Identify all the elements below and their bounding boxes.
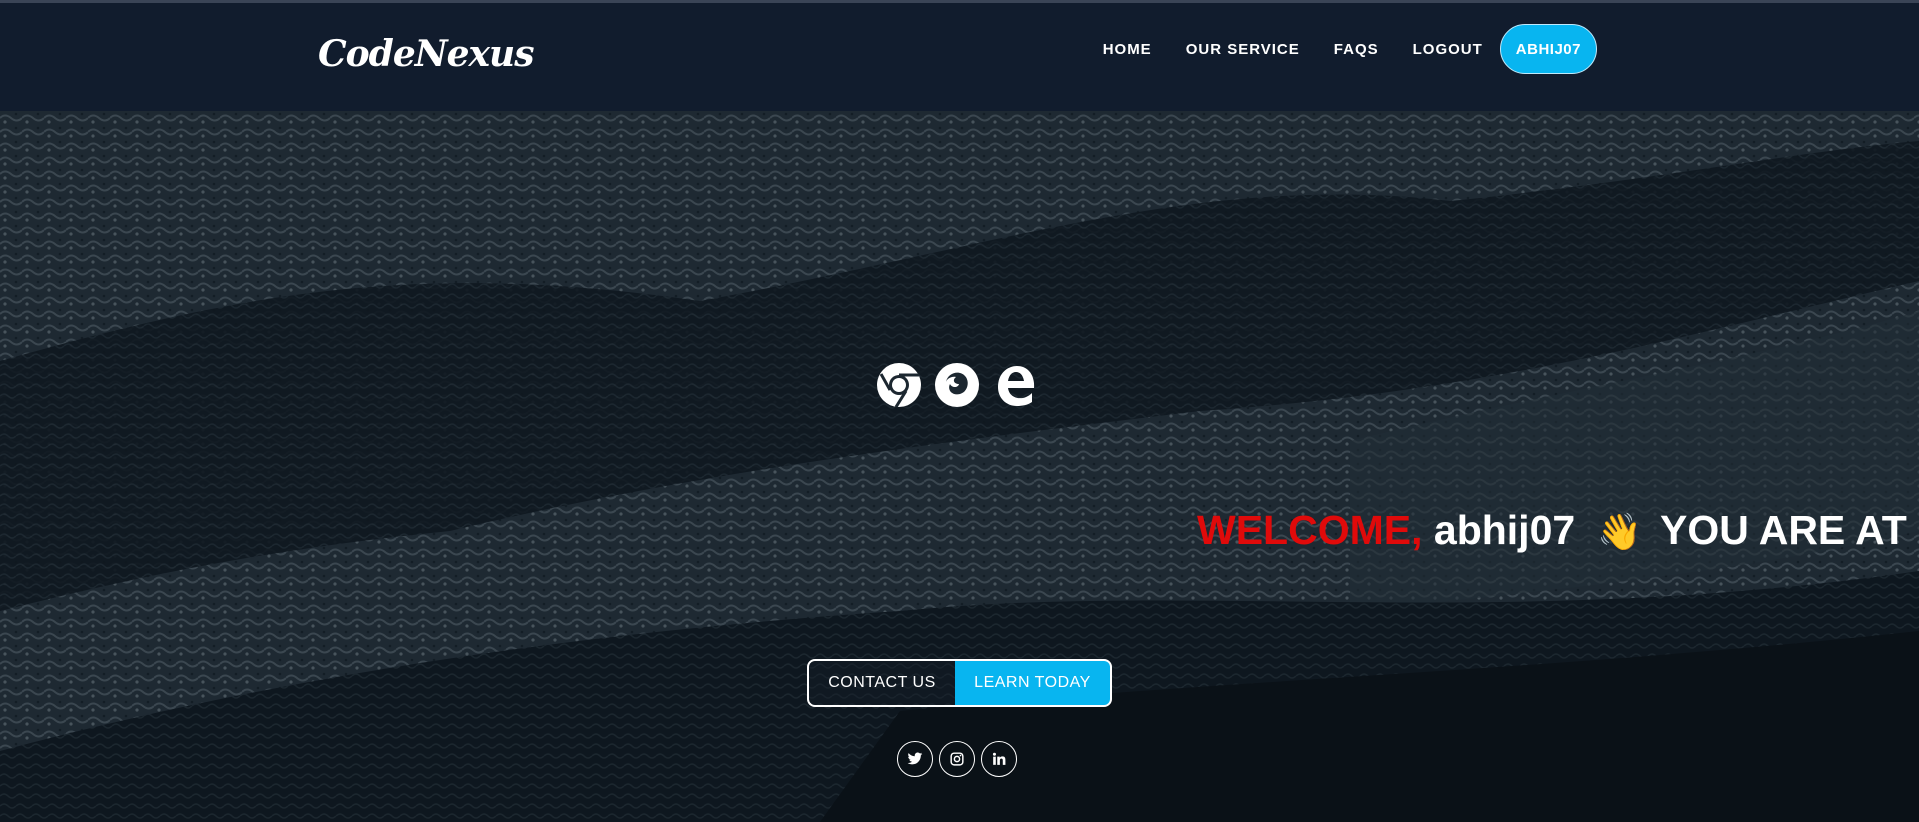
main-nav: HOME OUR SERVICE FAQS LOGOUT ABHIJ07 [1069, 23, 1597, 75]
navbar: CodeNexus HOME OUR SERVICE FAQS LOGOUT A… [0, 3, 1919, 111]
ocean-background-image [0, 111, 1919, 822]
welcome-marquee: WELCOME, abhij07 👋 YOU ARE AT F [1197, 507, 1919, 554]
waving-hand-emoji: 👋 [1597, 511, 1642, 552]
social-links [897, 741, 1017, 777]
edge-icon [998, 366, 1035, 406]
browser-icons [876, 362, 1038, 408]
nav-faqs[interactable]: FAQS [1334, 41, 1379, 58]
welcome-prefix: WELCOME, [1197, 507, 1423, 553]
chrome-icon [877, 363, 921, 408]
cta-button-group: CONTACT US LEARN TODAY [807, 659, 1112, 707]
nav-home[interactable]: HOME [1103, 41, 1152, 58]
nav-our-service[interactable]: OUR SERVICE [1186, 41, 1300, 58]
twitter-icon[interactable] [897, 741, 933, 777]
firefox-icon [935, 363, 979, 407]
welcome-suffix: YOU ARE AT F [1660, 507, 1919, 553]
brand-logo[interactable]: CodeNexus [318, 33, 534, 75]
nav-logout[interactable]: LOGOUT [1413, 41, 1483, 58]
contact-us-button[interactable]: CONTACT US [807, 659, 955, 707]
hero-section: WELCOME, abhij07 👋 YOU ARE AT F CONTACT US… [0, 111, 1919, 822]
instagram-icon[interactable] [939, 741, 975, 777]
user-account-button[interactable]: ABHIJ07 [1499, 24, 1597, 74]
linkedin-icon[interactable] [981, 741, 1017, 777]
learn-today-button[interactable]: LEARN TODAY [955, 659, 1112, 707]
welcome-username: abhij07 [1433, 507, 1576, 553]
